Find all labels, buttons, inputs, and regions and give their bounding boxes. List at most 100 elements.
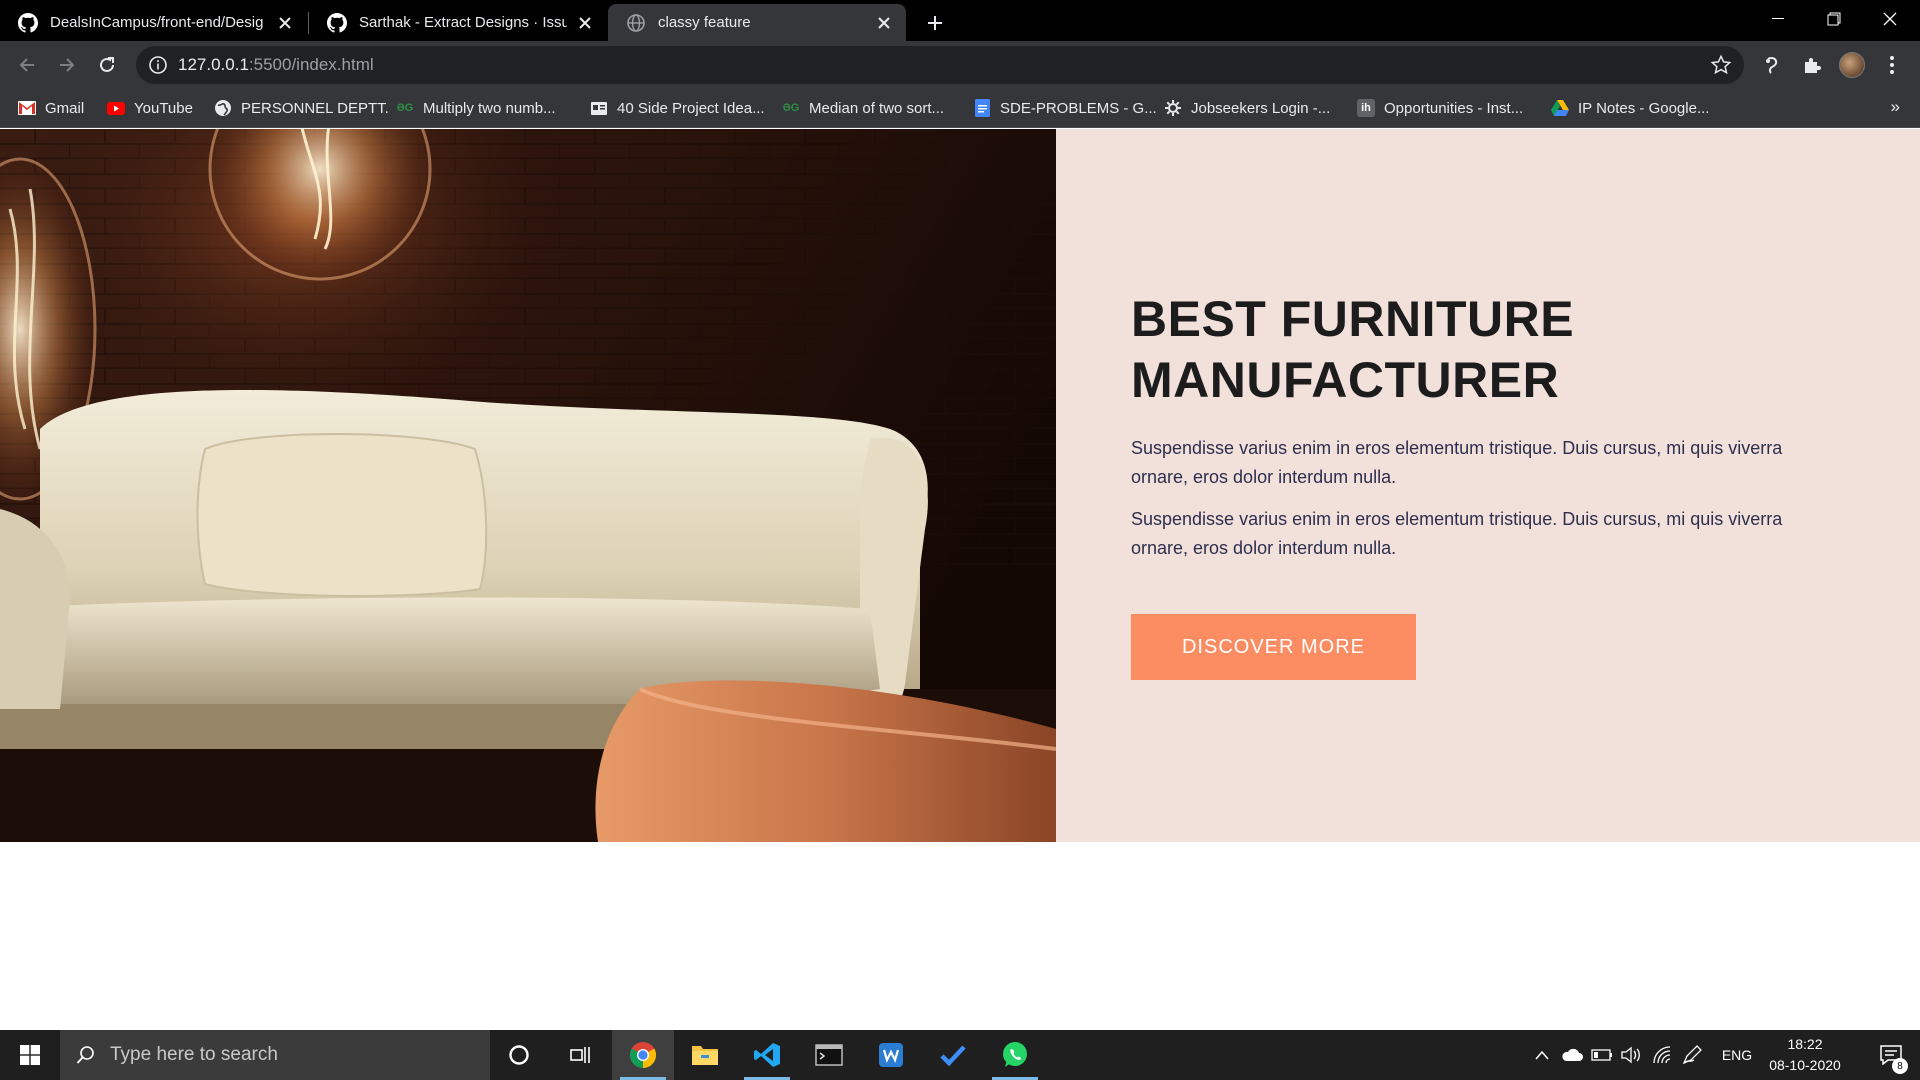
show-hidden-icons-button[interactable] xyxy=(1528,1030,1556,1080)
todo-taskbar-button[interactable] xyxy=(922,1030,984,1080)
bookmark-label: YouTube xyxy=(134,99,193,117)
minimize-button[interactable] xyxy=(1750,0,1806,38)
extension-button[interactable] xyxy=(1756,49,1788,81)
bookmark-star-icon[interactable] xyxy=(1710,54,1732,76)
file-explorer-icon xyxy=(692,1046,718,1065)
task-view-icon xyxy=(570,1047,590,1063)
close-tab-icon[interactable] xyxy=(573,11,597,35)
whatsapp-taskbar-button[interactable] xyxy=(984,1030,1046,1080)
globe-icon xyxy=(214,99,232,117)
card-icon xyxy=(590,99,608,117)
vscode-icon xyxy=(754,1043,780,1067)
bookmark-side-projects[interactable]: 40 Side Project Idea... xyxy=(590,88,765,128)
tab-title: DealsInCampus/front-end/Desig xyxy=(50,14,264,31)
github-icon xyxy=(18,12,38,33)
close-tab-icon[interactable] xyxy=(273,11,297,35)
battery-icon xyxy=(1591,1049,1612,1061)
bookmarks-bar: Gmail YouTube PERSONNEL DEPTT. ƏG Multip… xyxy=(0,88,1920,128)
pen-tray-button[interactable] xyxy=(1678,1030,1706,1080)
pen-icon xyxy=(1682,1045,1702,1065)
search-icon xyxy=(76,1046,94,1064)
clock-date: 08-10-2020 xyxy=(1769,1057,1841,1073)
hero-paragraph-1: Suspendisse varius enim in eros elementu… xyxy=(1131,438,1783,487)
globe-icon xyxy=(627,13,645,32)
taskbar-search-box[interactable]: Type here to search xyxy=(60,1030,490,1080)
cloud-icon xyxy=(1562,1048,1583,1061)
language-indicator[interactable]: ENG xyxy=(1712,1030,1762,1080)
url-text[interactable]: 127.0.0.1:5500/index.html xyxy=(178,55,374,75)
cortana-button[interactable] xyxy=(488,1030,550,1080)
tab-dealsincampus[interactable]: DealsInCampus/front-end/Desig xyxy=(0,4,307,41)
gmail-icon xyxy=(18,99,36,117)
bookmark-ip-notes[interactable]: IP Notes - Google... xyxy=(1551,88,1709,128)
hero-image xyxy=(0,129,1056,842)
tab-sarthak-issue[interactable]: Sarthak - Extract Designs · Issue # xyxy=(309,4,607,41)
bookmark-personnel[interactable]: PERSONNEL DEPTT. xyxy=(214,88,389,128)
hero-paragraph-2: Suspendisse varius enim in eros elementu… xyxy=(1131,509,1783,558)
tab-title: Sarthak - Extract Designs · Issue # xyxy=(359,14,567,31)
info-icon[interactable] xyxy=(148,55,168,75)
battery-tray-button[interactable] xyxy=(1588,1030,1616,1080)
github-icon xyxy=(327,12,347,33)
windows-logo-icon xyxy=(20,1045,40,1065)
hero-title-line2: MANUFACTURER xyxy=(1131,352,1560,408)
more-vertical-icon xyxy=(1890,56,1894,74)
bookmark-jobseekers[interactable]: Jobseekers Login -... xyxy=(1164,88,1330,128)
clock-time: 18:22 xyxy=(1787,1036,1823,1052)
url-path: :5500/index.html xyxy=(248,55,374,74)
chevron-up-icon xyxy=(1535,1050,1549,1060)
browser-menu-button[interactable] xyxy=(1876,49,1908,81)
new-tab-button[interactable] xyxy=(920,8,950,38)
close-tab-icon[interactable] xyxy=(872,11,896,35)
arrow-left-icon xyxy=(19,58,34,72)
volume-tray-button[interactable] xyxy=(1618,1030,1646,1080)
gfg-icon: ƏG xyxy=(396,102,414,114)
close-window-button[interactable] xyxy=(1862,0,1918,38)
file-explorer-taskbar-button[interactable] xyxy=(674,1030,736,1080)
browser-toolbar: 127.0.0.1:5500/index.html xyxy=(0,41,1920,88)
gear-icon xyxy=(1164,99,1182,117)
cortana-icon xyxy=(509,1045,529,1065)
bookmark-gmail[interactable]: Gmail xyxy=(18,88,84,128)
network-tray-button[interactable] xyxy=(1648,1030,1676,1080)
search-placeholder: Type here to search xyxy=(110,1044,278,1065)
chrome-icon xyxy=(629,1042,657,1069)
bookmark-multiply[interactable]: ƏG Multiply two numb... xyxy=(396,88,556,128)
drive-icon xyxy=(1551,99,1569,117)
bookmark-opportunities[interactable]: ih Opportunities - Inst... xyxy=(1357,88,1523,128)
terminal-taskbar-button[interactable] xyxy=(798,1030,860,1080)
more-bookmarks-button[interactable]: » xyxy=(1891,97,1900,117)
extensions-menu-button[interactable] xyxy=(1796,49,1828,81)
terminal-icon xyxy=(815,1044,843,1066)
bookmark-median[interactable]: ƏG Median of two sort... xyxy=(782,88,944,128)
onedrive-tray-button[interactable] xyxy=(1558,1030,1586,1080)
profile-button[interactable] xyxy=(1836,49,1868,81)
minimize-icon xyxy=(1772,18,1784,19)
action-center-button[interactable]: 8 xyxy=(1862,1030,1920,1080)
reload-button[interactable] xyxy=(91,49,123,81)
windows-taskbar: Type here to search ENG 18:22 08-10-2020… xyxy=(0,1030,1920,1080)
discover-more-button[interactable]: DISCOVER MORE xyxy=(1131,614,1416,680)
taskbar-clock[interactable]: 18:22 08-10-2020 xyxy=(1760,1034,1850,1076)
docs-icon xyxy=(973,99,991,117)
tab-classy-feature[interactable]: classy feature xyxy=(608,4,906,41)
forward-button[interactable] xyxy=(51,49,83,81)
start-button[interactable] xyxy=(0,1030,60,1080)
bookmark-sde-problems[interactable]: SDE-PROBLEMS - G... xyxy=(973,88,1157,128)
ih-icon: ih xyxy=(1357,99,1375,117)
address-bar[interactable]: 127.0.0.1:5500/index.html xyxy=(136,46,1744,84)
wifi-icon xyxy=(1653,1046,1671,1064)
hero-title: BEST FURNITURE MANUFACTURER xyxy=(1131,289,1831,411)
task-view-button[interactable] xyxy=(550,1030,612,1080)
back-button[interactable] xyxy=(11,49,43,81)
vscode-taskbar-button[interactable] xyxy=(736,1030,798,1080)
bookmark-label: SDE-PROBLEMS - G... xyxy=(1000,99,1157,117)
chrome-taskbar-button[interactable] xyxy=(612,1030,674,1080)
restore-button[interactable] xyxy=(1806,0,1862,38)
writer-taskbar-button[interactable] xyxy=(860,1030,922,1080)
bookmark-label: 40 Side Project Idea... xyxy=(617,99,765,117)
bookmark-label: Gmail xyxy=(45,99,85,117)
bookmark-label: Multiply two numb... xyxy=(423,99,556,117)
bookmark-label: IP Notes - Google... xyxy=(1578,99,1710,117)
bookmark-youtube[interactable]: YouTube xyxy=(107,88,193,128)
